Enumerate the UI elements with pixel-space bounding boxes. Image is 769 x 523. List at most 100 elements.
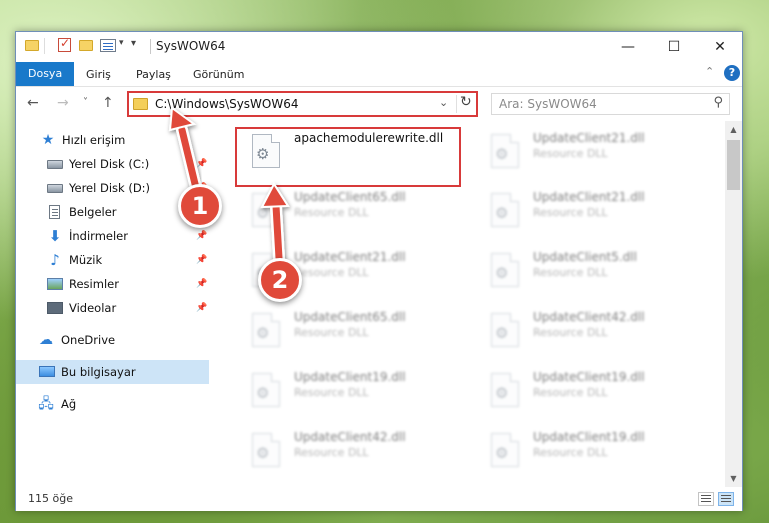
- file-name: UpdateClient5.dll: [533, 250, 637, 264]
- sidebar-item-music[interactable]: ♪ Müzik 📌: [16, 248, 209, 272]
- scroll-up-arrow-icon[interactable]: ▲: [725, 121, 742, 138]
- step-2-badge: 2: [258, 258, 302, 302]
- gear-icon: ⚙: [495, 384, 509, 402]
- vertical-scrollbar[interactable]: ▲ ▼: [725, 121, 742, 487]
- file-type: Resource DLL: [294, 326, 369, 339]
- gear-icon: ⚙: [495, 444, 509, 462]
- address-path[interactable]: C:\Windows\SysWOW64: [155, 97, 299, 111]
- sidebar-item-pictures[interactable]: Resimler 📌: [16, 272, 209, 296]
- title-bar: ▾ ▾ SysWOW64 — ☐ ✕: [16, 32, 742, 61]
- pictures-icon: [47, 278, 63, 290]
- tab-file[interactable]: Dosya: [16, 62, 75, 86]
- sidebar-item-label: Yerel Disk (D:): [69, 181, 151, 195]
- sidebar-item-label: Bu bilgisayar: [61, 365, 136, 379]
- dll-file-icon: ⚙: [491, 193, 519, 227]
- help-icon[interactable]: ?: [724, 65, 740, 81]
- sidebar-item-label: Yerel Disk (C:): [69, 157, 150, 171]
- sidebar-item-downloads[interactable]: ⬇ İndirmeler 📌: [16, 224, 209, 248]
- item-count: 115 öğe: [28, 492, 73, 505]
- close-button[interactable]: ✕: [697, 32, 743, 61]
- file-type: Resource DLL: [533, 266, 608, 279]
- file-item[interactable]: ⚙ UpdateClient42.dll Resource DLL: [242, 425, 472, 481]
- sidebar-item-network[interactable]: 🖧 Ağ: [16, 392, 209, 416]
- file-name: UpdateClient21.dll: [533, 190, 645, 204]
- gear-icon: ⚙: [495, 324, 509, 342]
- sidebar-item-label: İndirmeler: [69, 229, 128, 243]
- customize-toolbar-icon[interactable]: ▾: [131, 38, 136, 55]
- chevron-down-icon[interactable]: ▾: [119, 38, 124, 55]
- sidebar-item-label: Hızlı erişim: [62, 133, 126, 147]
- file-item[interactable]: ⚙ UpdateClient5.dll Resource DLL: [481, 245, 711, 301]
- chevron-down-icon[interactable]: ⌄: [439, 96, 448, 109]
- address-bar[interactable]: C:\Windows\SysWOW64 ⌄ ↻: [127, 91, 478, 117]
- minimize-button[interactable]: —: [605, 32, 651, 61]
- file-name: UpdateClient19.dll: [533, 430, 645, 444]
- file-name: UpdateClient19.dll: [533, 370, 645, 384]
- search-icon[interactable]: ⚲: [713, 95, 723, 110]
- sidebar-item-local-disk-c[interactable]: Yerel Disk (C:) 📌: [16, 152, 209, 176]
- file-item[interactable]: ⚙ UpdateClient21.dll Resource DLL: [481, 185, 711, 241]
- file-item[interactable]: ⚙ UpdateClient19.dll Resource DLL: [481, 425, 711, 481]
- sidebar-item-onedrive[interactable]: ☁ OneDrive: [16, 328, 209, 352]
- up-button[interactable]: ↑: [102, 95, 114, 111]
- sidebar-item-videos[interactable]: Videolar 📌: [16, 296, 209, 320]
- refresh-icon[interactable]: ↻: [460, 94, 472, 110]
- file-item[interactable]: ⚙ UpdateClient65.dll Resource DLL: [242, 305, 472, 361]
- dll-file-icon: ⚙: [491, 373, 519, 407]
- sidebar-item-this-pc[interactable]: Bu bilgisayar: [16, 360, 209, 384]
- gear-icon: ⚙: [495, 204, 509, 222]
- file-name: UpdateClient65.dll: [294, 310, 406, 324]
- search-placeholder: Ara: SysWOW64: [499, 97, 597, 111]
- pin-icon: 📌: [196, 255, 208, 265]
- star-icon: ★: [41, 132, 55, 148]
- file-type: Resource DLL: [533, 386, 608, 399]
- scrollbar-thumb[interactable]: [727, 140, 740, 190]
- tiles-view-button[interactable]: [718, 492, 734, 506]
- recent-locations-button[interactable]: ˅: [83, 97, 88, 108]
- details-view-button[interactable]: [698, 492, 714, 506]
- new-folder-icon[interactable]: [79, 40, 93, 51]
- documents-icon: [49, 205, 60, 219]
- gear-icon: ⚙: [256, 384, 270, 402]
- file-type: Resource DLL: [533, 446, 608, 459]
- dll-file-icon: ⚙: [252, 373, 280, 407]
- disk-icon: [47, 184, 63, 193]
- file-type: Resource DLL: [294, 266, 369, 279]
- properties-check-icon[interactable]: [58, 36, 71, 52]
- forward-button[interactable]: →: [57, 95, 69, 111]
- gear-icon: ⚙: [495, 264, 509, 282]
- tab-share[interactable]: Paylaş: [136, 64, 171, 85]
- scroll-down-arrow-icon[interactable]: ▼: [725, 470, 742, 487]
- file-name: UpdateClient65.dll: [294, 190, 406, 204]
- window-title: SysWOW64: [156, 39, 226, 53]
- file-item[interactable]: ⚙ UpdateClient19.dll Resource DLL: [481, 365, 711, 421]
- ribbon-tabs: Dosya Giriş Paylaş Görünüm ⌃ ?: [16, 61, 742, 87]
- navigation-bar: ← → ˅ ↑ C:\Windows\SysWOW64 ⌄ ↻ Ara: Sys…: [16, 87, 742, 121]
- folder-icon: [133, 98, 148, 110]
- sidebar-item-label: Resimler: [69, 277, 119, 291]
- properties-icon[interactable]: [100, 39, 116, 52]
- pin-icon: 📌: [196, 303, 208, 313]
- file-name: UpdateClient42.dll: [533, 310, 645, 324]
- file-item[interactable]: ⚙ UpdateClient19.dll Resource DLL: [242, 365, 472, 421]
- file-type: Resource DLL: [533, 147, 608, 160]
- folder-icon: [25, 40, 39, 51]
- file-name: UpdateClient21.dll: [533, 131, 645, 145]
- maximize-button[interactable]: ☐: [651, 32, 697, 61]
- back-button[interactable]: ←: [27, 95, 39, 111]
- gear-icon: ⚙: [495, 145, 509, 163]
- tab-view[interactable]: Görünüm: [193, 64, 244, 85]
- file-item[interactable]: ⚙ UpdateClient21.dll Resource DLL: [481, 126, 711, 182]
- file-item[interactable]: ⚙ UpdateClient65.dll Resource DLL: [242, 185, 472, 241]
- download-icon: ⬇: [48, 227, 62, 245]
- tab-home[interactable]: Giriş: [86, 64, 111, 85]
- file-item[interactable]: ⚙ UpdateClient42.dll Resource DLL: [481, 305, 711, 361]
- file-type: Resource DLL: [294, 446, 369, 459]
- status-bar: 115 öğe: [16, 487, 742, 511]
- sidebar-item-quick-access[interactable]: ★ Hızlı erişim: [16, 128, 209, 152]
- search-input[interactable]: Ara: SysWOW64 ⚲: [491, 93, 730, 115]
- navigation-pane: ★ Hızlı erişim Yerel Disk (C:) 📌 Yerel D…: [16, 121, 209, 487]
- collapse-ribbon-icon[interactable]: ⌃: [705, 65, 714, 78]
- dll-file-icon: ⚙: [252, 193, 280, 227]
- step-1-badge: 1: [178, 184, 222, 228]
